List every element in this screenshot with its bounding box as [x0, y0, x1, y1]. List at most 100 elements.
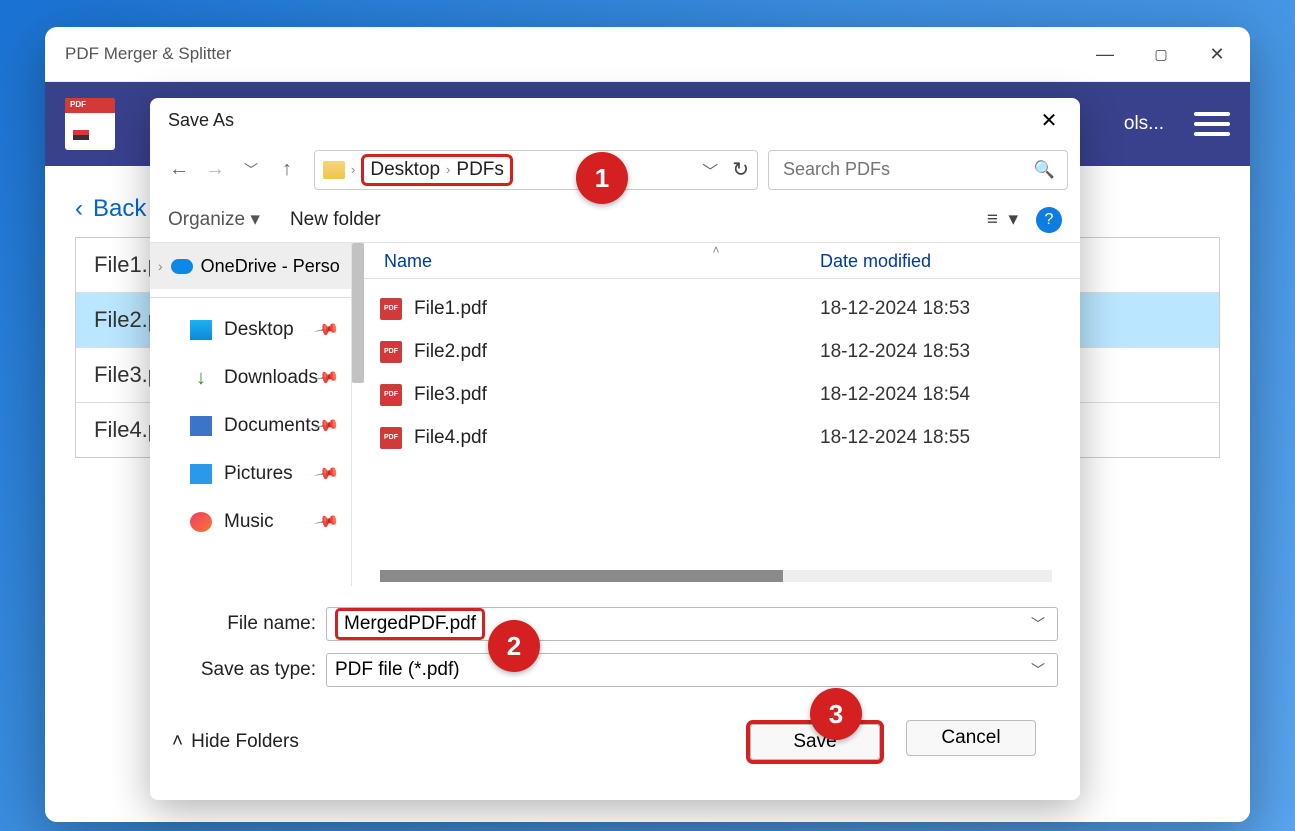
chevron-left-icon: ‹ [75, 195, 83, 223]
window-controls [1080, 34, 1242, 74]
column-headers: ˄ Name Date modified [352, 243, 1080, 279]
toolbar-row: Organize ▾ New folder ≡ ▾ ? [150, 197, 1080, 243]
chevron-right-icon: › [351, 162, 355, 177]
sidebar-item-desktop[interactable]: Desktop 📌 [150, 306, 351, 354]
pdf-file-icon: PDF [380, 384, 402, 406]
annotation-marker-3: 3 [810, 688, 862, 740]
save-as-type-value: PDF file (*.pdf) [335, 659, 1027, 681]
sidebar-item-documents[interactable]: Documents 📌 [150, 402, 351, 450]
cancel-button[interactable]: Cancel [906, 720, 1036, 756]
picture-icon [190, 464, 212, 484]
pin-icon: 📌 [313, 316, 341, 344]
chevron-down-icon[interactable]: ﹀ [702, 158, 718, 182]
save-as-type-select[interactable]: PDF file (*.pdf) ﹀ [326, 653, 1058, 687]
folder-icon [323, 161, 345, 179]
close-button[interactable] [1192, 34, 1242, 74]
sort-indicator-icon: ˄ [352, 243, 1080, 257]
sidebar-item-label: Documents [224, 415, 320, 437]
breadcrumb-segment[interactable]: PDFs [456, 159, 504, 181]
file-date: 18-12-2024 18:55 [820, 427, 1080, 449]
file-name-input[interactable]: MergedPDF.pdf ﹀ [326, 607, 1058, 641]
pdf-file-icon: PDF [380, 298, 402, 320]
file-name-value: MergedPDF.pdf [344, 613, 476, 634]
chevron-right-icon: › [446, 162, 450, 177]
dialog-title: Save As [168, 110, 234, 131]
breadcrumb-highlight: Desktop › PDFs [361, 154, 513, 186]
organize-menu[interactable]: Organize ▾ [168, 208, 260, 231]
pdf-file-icon: PDF [380, 427, 402, 449]
sidebar-item-label: Music [224, 511, 274, 533]
annotation-marker-2: 2 [488, 620, 540, 672]
chevron-right-icon: › [158, 258, 163, 274]
download-icon: ↓ [190, 368, 212, 388]
annotation-marker-1: 1 [576, 152, 628, 204]
file-name: File2.pdf [414, 341, 820, 363]
search-input[interactable] [781, 158, 1024, 181]
sidebar-item-label: OneDrive - Perso [201, 256, 340, 277]
caret-down-icon: ▾ [250, 209, 260, 230]
pin-icon: 📌 [313, 508, 341, 536]
dialog-titlebar: Save As ✕ [150, 98, 1080, 142]
sidebar-item-music[interactable]: Music 📌 [150, 498, 351, 546]
back-link-label: Back [93, 195, 146, 223]
sidebar-item-label: Downloads [224, 367, 318, 389]
desktop-icon [190, 320, 212, 340]
sidebar-item-pictures[interactable]: Pictures 📌 [150, 450, 351, 498]
document-icon [190, 416, 212, 436]
sidebar-item-label: Pictures [224, 463, 293, 485]
chevron-up-icon: ˄ [172, 731, 183, 753]
chevron-down-icon[interactable]: ﹀ [1027, 660, 1049, 680]
file-row[interactable]: PDF File4.pdf 18-12-2024 18:55 [380, 416, 1080, 459]
minimize-button[interactable] [1080, 34, 1130, 74]
file-pane: ˄ Name Date modified PDF File1.pdf 18-12… [352, 243, 1080, 586]
maximize-button[interactable] [1136, 34, 1186, 74]
file-name-label: File name: [150, 613, 326, 635]
save-as-type-label: Save as type: [150, 659, 326, 681]
pdf-file-icon: PDF [380, 341, 402, 363]
search-box[interactable]: 🔍 [768, 150, 1068, 190]
chevron-down-icon[interactable]: ﹀ [1027, 614, 1049, 634]
cloud-icon [171, 259, 193, 274]
file-name-highlight: MergedPDF.pdf [335, 608, 485, 640]
file-list: PDF File1.pdf 18-12-2024 18:53 PDF File2… [352, 279, 1080, 566]
sidebar-item-onedrive[interactable]: › OneDrive - Perso [150, 243, 351, 289]
file-name: File3.pdf [414, 384, 820, 406]
file-name: File4.pdf [414, 427, 820, 449]
nav-back-icon[interactable]: ← [162, 158, 196, 181]
help-icon[interactable]: ? [1036, 207, 1062, 233]
vertical-scrollbar[interactable] [352, 243, 364, 383]
toolbar-pdf-tools[interactable]: ols... [1124, 113, 1164, 135]
window-title: PDF Merger & Splitter [65, 44, 231, 64]
view-mode-icon[interactable]: ≡ ▾ [987, 208, 1018, 231]
file-row[interactable]: PDF File1.pdf 18-12-2024 18:53 [380, 287, 1080, 330]
horizontal-scrollbar[interactable] [352, 566, 1080, 586]
breadcrumb-segment[interactable]: Desktop [370, 159, 440, 181]
address-bar[interactable]: › Desktop › PDFs ﹀ ↻ [314, 150, 758, 190]
file-name: File1.pdf [414, 298, 820, 320]
file-date: 18-12-2024 18:53 [820, 298, 1080, 320]
file-row[interactable]: PDF File3.pdf 18-12-2024 18:54 [380, 373, 1080, 416]
search-icon: 🔍 [1034, 160, 1055, 180]
file-date: 18-12-2024 18:53 [820, 341, 1080, 363]
music-icon [190, 512, 212, 532]
nav-recent-icon[interactable]: ﹀ [234, 160, 268, 180]
hide-folders-button[interactable]: ˄ Hide Folders [172, 731, 299, 753]
file-row[interactable]: PDF File2.pdf 18-12-2024 18:53 [380, 330, 1080, 373]
hide-folders-label: Hide Folders [191, 731, 299, 753]
pin-icon: 📌 [313, 460, 341, 488]
save-as-dialog: Save As ✕ ← → ﹀ ↑ › Desktop › PDFs ﹀ ↻ 🔍… [150, 98, 1080, 800]
hamburger-menu-icon[interactable] [1194, 112, 1230, 136]
app-logo-icon [65, 98, 115, 150]
dialog-main: › OneDrive - Perso Desktop 📌 ↓ Downloads… [150, 243, 1080, 586]
nav-up-icon[interactable]: ↑ [270, 158, 304, 181]
sidebar-item-downloads[interactable]: ↓ Downloads 📌 [150, 354, 351, 402]
new-folder-button[interactable]: New folder [290, 209, 381, 231]
file-date: 18-12-2024 18:54 [820, 384, 1080, 406]
sidebar-item-label: Desktop [224, 319, 294, 341]
dialog-bottom-panel: File name: MergedPDF.pdf ﹀ Save as type:… [150, 586, 1080, 800]
nav-forward-icon[interactable]: → [198, 158, 232, 181]
refresh-icon[interactable]: ↻ [732, 157, 749, 182]
dialog-sidebar: › OneDrive - Perso Desktop 📌 ↓ Downloads… [150, 243, 352, 586]
titlebar: PDF Merger & Splitter [45, 27, 1250, 82]
dialog-close-icon[interactable]: ✕ [1024, 108, 1074, 133]
